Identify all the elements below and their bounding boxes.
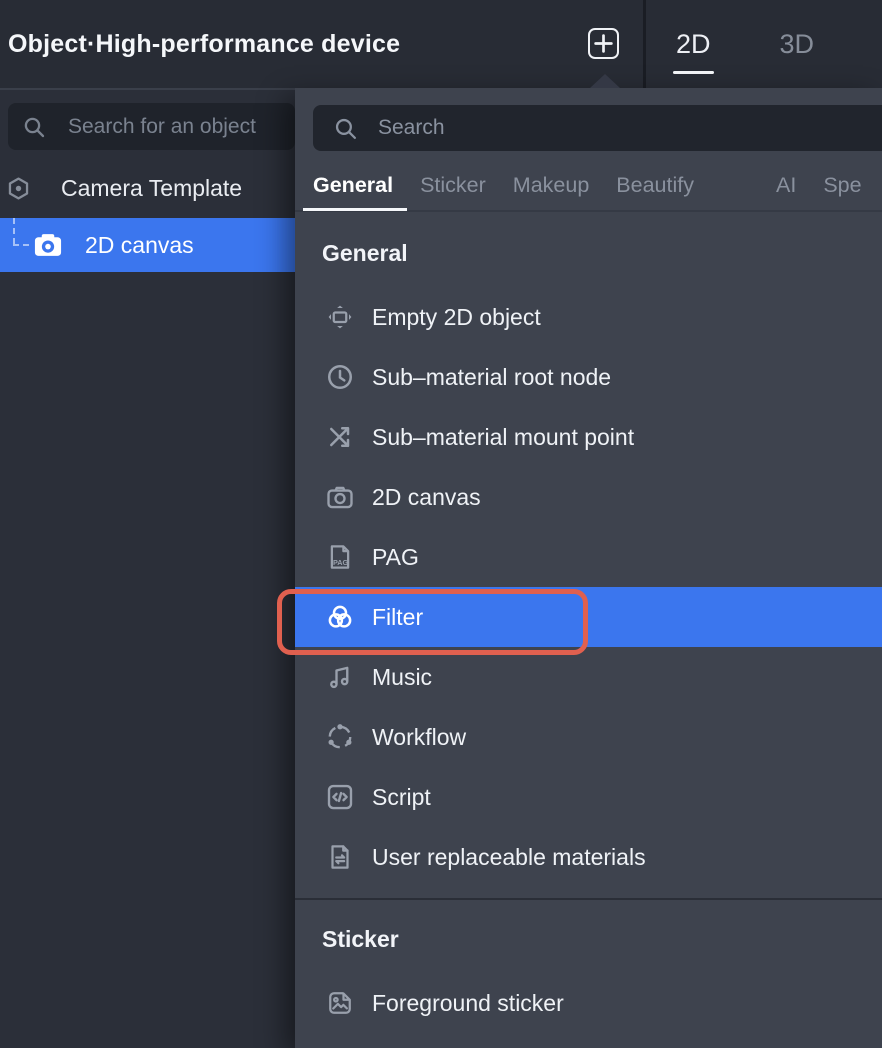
object-sidebar: Camera Template 2D canvas [0,88,295,1048]
menu-item-label: Sub–material root node [372,364,611,391]
camera-filled-icon [32,229,64,261]
category-tab-sticker[interactable]: Sticker [420,159,486,211]
menu-item-sub-material-root-node[interactable]: Sub–material root node [295,347,882,407]
menu-item-label: Empty 2D object [372,304,541,331]
search-icon [22,115,46,139]
foreground-sticker-icon [325,988,355,1018]
menu-item-label: PAG [372,544,419,571]
menu-item-pag[interactable]: PAG PAG [295,527,882,587]
add-object-button[interactable] [588,28,619,59]
menu-item-sub-material-mount-point[interactable]: Sub–material mount point [295,407,882,467]
clock-icon [325,362,355,392]
tree-item-2d-canvas[interactable]: 2D canvas [0,218,295,272]
hexagon-node-icon [6,176,31,201]
tree-item-label: Camera Template [61,175,242,202]
category-tab-spe[interactable]: Spe [823,159,861,211]
menu-item-label: Filter [372,604,423,631]
music-note-icon [325,662,355,692]
menu-item-label: Foreground sticker [372,990,564,1017]
category-tab-makeup[interactable]: Makeup [513,159,590,211]
topbar: Object·High-performance device 2D 3D [0,0,882,88]
camera-outline-icon [325,482,355,512]
search-icon [333,116,358,141]
menu-item-foreground-sticker[interactable]: Foreground sticker [295,973,882,1033]
crossed-arrows-icon [325,422,355,452]
popup-search-input[interactable] [376,115,856,141]
tree-item-camera-template[interactable]: Camera Template [0,163,295,213]
script-code-icon [325,782,355,812]
menu-item-filter[interactable]: Filter [295,587,882,647]
popup-caret [590,74,620,88]
section-title-general: General [295,240,882,267]
menu-item-label: Workflow [372,724,466,751]
popup-search[interactable] [313,105,882,151]
menu-item-workflow[interactable]: Workflow [295,707,882,767]
tab-2d[interactable]: 2D [676,0,711,88]
sidebar-search-input[interactable] [66,114,295,140]
replaceable-doc-icon [325,842,355,872]
menu-item-empty-2d-object[interactable]: Empty 2D object [295,287,882,347]
menu-item-label: Sub–material mount point [372,424,634,451]
category-tabs: General Sticker Makeup Beautify AI Spe [295,160,882,212]
tab-3d[interactable]: 3D [780,0,815,88]
add-object-popup: General Sticker Makeup Beautify AI Spe Genera… [295,88,882,1048]
topbar-divider [643,0,646,88]
menu-item-label: Music [372,664,432,691]
popup-body: General Empty 2D object Sub–material root … [295,214,882,1048]
menu-item-label: User replaceable materials [372,844,646,871]
app-window: Object·High-performance device 2D 3D Came… [0,0,882,1048]
workflow-icon [325,722,355,752]
panel-title: Object·High-performance device [8,0,400,88]
menu-item-label: 2D canvas [372,484,481,511]
menu-item-label: Script [372,784,431,811]
section-title-sticker: Sticker [295,926,882,953]
menu-item-music[interactable]: Music [295,647,882,707]
category-tab-ai[interactable]: AI [776,159,796,211]
category-tab-beautify[interactable]: Beautify [616,159,694,211]
menu-item-2d-canvas[interactable]: 2D canvas [295,467,882,527]
dimension-tabs: 2D 3D [676,0,814,88]
menu-item-script[interactable]: Script [295,767,882,827]
plus-icon [590,30,617,57]
tree-item-label: 2D canvas [85,232,194,259]
object-tree: Camera Template 2D canvas [0,163,295,272]
empty-2d-object-icon [325,302,355,332]
menu-item-user-replaceable-materials[interactable]: User replaceable materials [295,827,882,887]
section-divider [295,898,882,900]
filter-circles-icon [325,602,355,632]
category-tab-general[interactable]: General [313,159,393,211]
svg-text:PAG: PAG [333,558,349,567]
sidebar-search[interactable] [8,103,295,150]
pag-file-icon: PAG [325,542,355,572]
